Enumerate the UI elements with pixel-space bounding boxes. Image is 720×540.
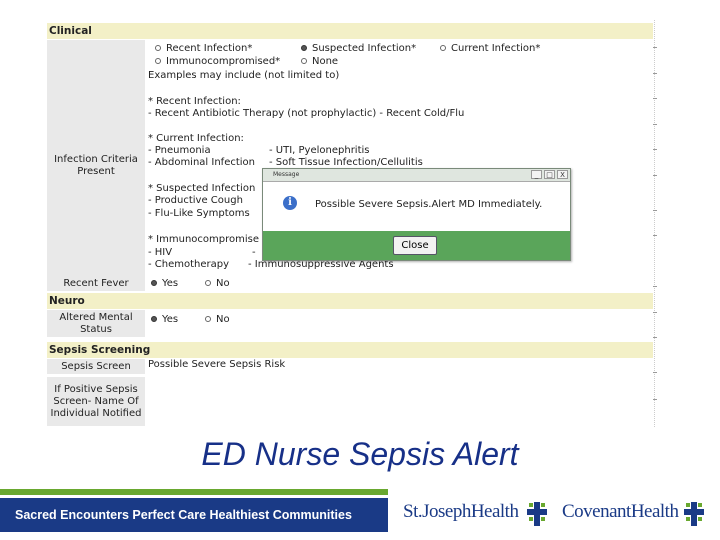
radio-selected-icon — [301, 45, 307, 51]
dialog-message: Possible Severe Sepsis.Alert MD Immediat… — [315, 199, 543, 210]
maximize-button[interactable]: □ — [544, 170, 555, 179]
close-button[interactable]: Close — [393, 236, 437, 255]
row-divider — [653, 98, 657, 99]
option-current-infection[interactable]: Current Infection* — [440, 43, 540, 55]
examples-heading: Examples may include (not limited to) — [148, 70, 340, 81]
row-divider — [653, 337, 657, 338]
example-blank: - — [252, 247, 256, 258]
altered-mental-yes[interactable]: Yes — [151, 314, 178, 326]
option-none[interactable]: None — [301, 56, 338, 68]
example-uti: - UTI, Pyelonephritis — [269, 145, 370, 156]
radio-selected-icon — [151, 280, 157, 286]
example-hiv: - HIV — [148, 247, 173, 258]
section-header-clinical: Clinical — [47, 23, 653, 39]
altered-mental-status-label: Altered Mental Status — [47, 310, 145, 338]
infection-criteria-label: Infection Criteria Present — [47, 40, 145, 292]
radio-icon — [155, 45, 161, 51]
sepsis-screen-label: Sepsis Screen — [47, 359, 145, 375]
example-chemotherapy: - Chemotherapy — [148, 259, 230, 270]
sepsis-screen-value: Possible Severe Sepsis Risk — [148, 359, 286, 370]
example-abdominal: - Abdominal Infection — [148, 157, 255, 168]
covenant-health-logo: CovenantHealth — [562, 501, 679, 522]
altered-mental-no[interactable]: No — [205, 314, 230, 326]
recent-fever-no[interactable]: No — [205, 278, 230, 290]
window-close-button[interactable]: X — [557, 170, 568, 179]
recent-infection-heading: * Recent Infection: — [148, 96, 241, 107]
covenant-cross-icon — [684, 502, 704, 526]
radio-icon — [155, 58, 161, 64]
row-divider — [653, 47, 657, 48]
row-divider — [653, 210, 657, 211]
current-infection-heading: * Current Infection: — [148, 133, 244, 144]
example-productive-cough: - Productive Cough — [148, 195, 243, 206]
section-header-sepsis: Sepsis Screening — [47, 342, 653, 358]
slide-caption: ED Nurse Sepsis Alert — [201, 436, 519, 472]
individual-notified-field[interactable] — [148, 380, 638, 394]
dialog-title-bar: Message _ □ X — [263, 169, 570, 182]
recent-fever-yes[interactable]: Yes — [151, 278, 178, 290]
radio-icon — [205, 316, 211, 322]
st-joseph-health-logo: St.JosephHealth — [403, 501, 519, 522]
row-divider — [653, 372, 657, 373]
immunocompromise-heading: * Immunocompromise — [148, 234, 260, 245]
radio-selected-icon — [151, 316, 157, 322]
example-pneumonia: - Pneumonia — [148, 145, 211, 156]
st-joseph-cross-icon — [527, 502, 547, 526]
option-immunocompromised[interactable]: Immunocompromised* — [155, 56, 280, 68]
row-divider — [653, 399, 657, 400]
footer-green-stripe — [0, 489, 388, 495]
section-header-neuro: Neuro — [47, 293, 653, 309]
radio-icon — [301, 58, 307, 64]
individual-notified-label: If Positive Sepsis Screen- Name Of Indiv… — [47, 377, 145, 427]
recent-fever-label: Recent Fever — [47, 276, 145, 292]
row-divider — [653, 175, 657, 176]
dialog-body: i Possible Severe Sepsis.Alert MD Immedi… — [263, 182, 570, 231]
option-suspected-infection[interactable]: Suspected Infection* — [301, 43, 416, 55]
row-divider — [653, 124, 657, 125]
dialog-footer: Close — [263, 231, 570, 260]
recent-infection-examples: - Recent Antibiotic Therapy (not prophyl… — [148, 108, 465, 119]
row-divider — [653, 312, 657, 313]
footer-tagline: Sacred Encounters Perfect Care Healthies… — [15, 508, 352, 522]
row-divider — [653, 235, 657, 236]
row-divider — [653, 286, 657, 287]
info-icon: i — [283, 196, 297, 210]
suspected-infection-heading: * Suspected Infection — [148, 183, 256, 194]
minimize-button[interactable]: _ — [531, 170, 542, 179]
row-divider — [653, 149, 657, 150]
sepsis-alert-dialog: Message _ □ X i Possible Severe Sepsis.A… — [262, 168, 571, 261]
option-recent-infection[interactable]: Recent Infection* — [155, 43, 252, 55]
example-flu-like: - Flu-Like Symptoms — [148, 208, 250, 219]
radio-icon — [205, 280, 211, 286]
radio-icon — [440, 45, 446, 51]
dialog-title: Message — [273, 171, 300, 178]
row-divider — [653, 73, 657, 74]
footer-blue-bar: Sacred Encounters Perfect Care Healthies… — [0, 498, 388, 532]
